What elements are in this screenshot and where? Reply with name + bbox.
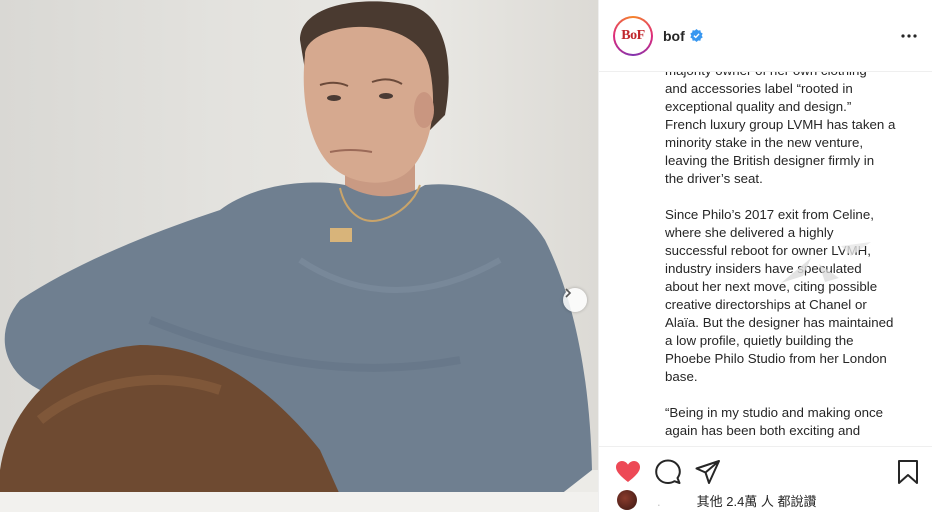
likes-text: . 其他 2.4萬 人 都說讚 [657, 491, 817, 510]
caption-line: where she delivered a highly [665, 225, 834, 240]
bookmark-icon[interactable] [895, 459, 921, 485]
caption-line: base. [665, 369, 698, 384]
caption-line: industry insiders have speculated [665, 261, 862, 276]
more-options-button[interactable] [899, 26, 919, 46]
post-photo[interactable] [0, 0, 598, 512]
photo-illustration [0, 1, 598, 512]
username-link[interactable]: bof [663, 28, 685, 44]
caption-line: successful reboot for owner LVMH, [665, 243, 871, 258]
more-options-icon [901, 34, 917, 38]
likes-count-text[interactable]: 其他 2.4萬 人 都說讚 [697, 494, 817, 509]
liker-name[interactable]: . [657, 494, 661, 509]
caption-line: Alaïa. But the designer has maintained [665, 315, 894, 330]
caption-line: minority stake in the new venture, [665, 135, 864, 150]
next-photo-button[interactable] [563, 288, 587, 312]
caption-paragraph-2: Since Philo’s 2017 exit from Celine, whe… [665, 206, 915, 386]
share-icon[interactable] [695, 459, 721, 485]
heart-icon[interactable] [615, 459, 641, 485]
caption-line: and accessories label “rooted in [665, 81, 853, 96]
comment-icon[interactable] [655, 459, 681, 485]
avatar[interactable]: BoF [613, 15, 653, 56]
post-actions-bar [599, 446, 932, 494]
caption-paragraph-3: “Being in my studio and making once agai… [665, 404, 915, 440]
caption-line: about her next move, citing possible [665, 279, 878, 294]
caption-line: “Being in my studio and making once [665, 405, 884, 420]
caption-line: again has been both exciting and [665, 423, 861, 438]
avatar-logo-text: BoF [621, 27, 645, 43]
avatar-inner: BoF [615, 17, 651, 54]
caption-line: a low profile, quietly building the [665, 333, 854, 348]
caption-line: creative directorships at Chanel or [665, 297, 867, 312]
caption-line: Phoebe Philo Studio from her London [665, 351, 887, 366]
post-caption: majority owner of her own clothing and a… [665, 62, 915, 445]
caption-line: Since Philo’s 2017 exit from Celine, [665, 207, 874, 222]
caption-line: exceptional quality and design.” [665, 99, 852, 114]
caption-paragraph-1: majority owner of her own clothing and a… [665, 62, 915, 188]
likes-summary[interactable]: . 其他 2.4萬 人 都說讚 [599, 488, 932, 512]
chevron-right-icon [565, 288, 572, 298]
verified-badge-icon [690, 29, 703, 42]
post-side-panel: majority owner of her own clothing and a… [598, 0, 932, 512]
post-header: BoF bof [599, 0, 932, 72]
caption-line: the driver’s seat. [665, 171, 763, 186]
liker-avatar [617, 490, 637, 510]
caption-line: French luxury group LVMH has taken a [665, 117, 896, 132]
caption-line: leaving the British designer firmly in [665, 153, 875, 168]
